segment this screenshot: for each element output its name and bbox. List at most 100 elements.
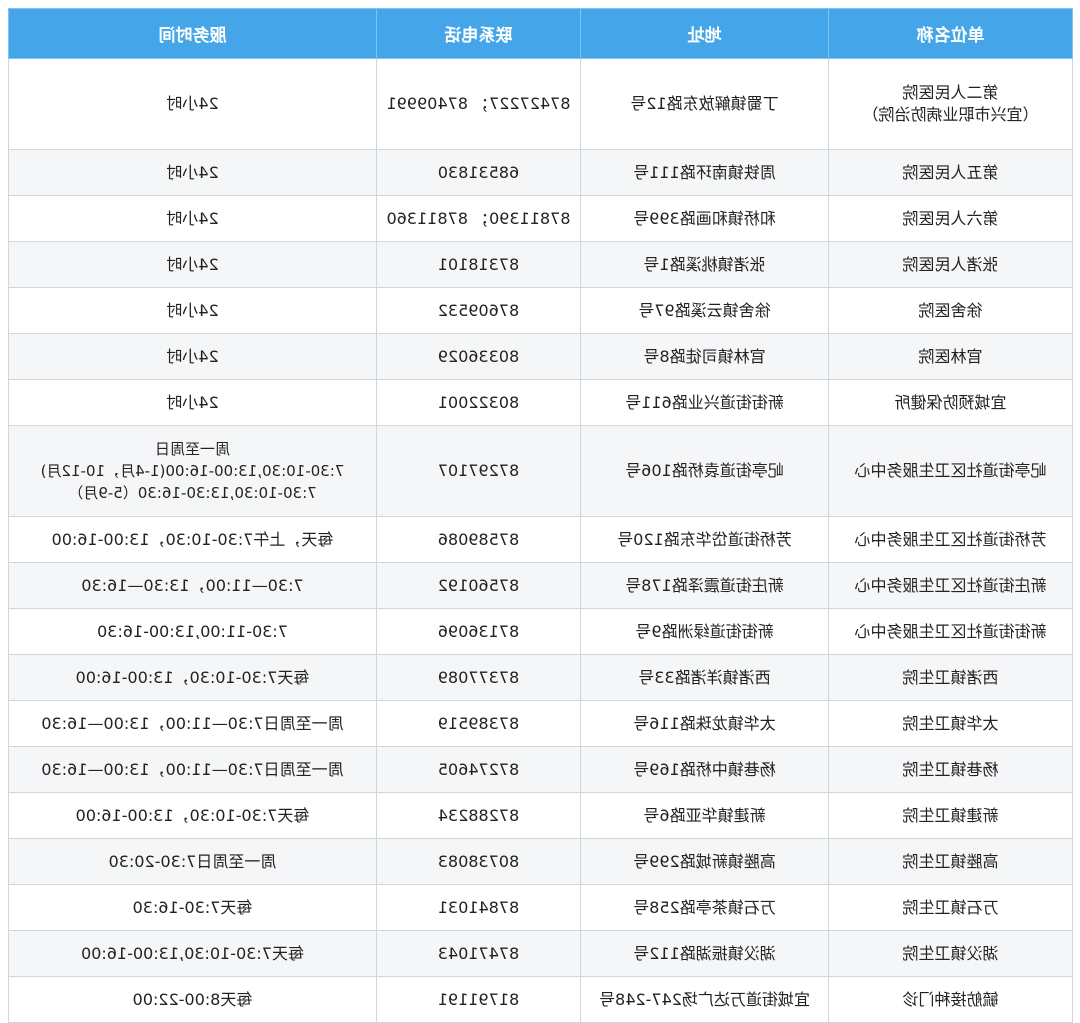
cell-address: 屺亭街道袁桥路106号 <box>580 425 829 517</box>
cell-address: 新建镇华亚路6号 <box>580 792 829 839</box>
table-row: 24小时 80336029 官林镇司徒路8号 官林医院 <box>8 333 1073 380</box>
cell-address: 西渚镇洋渚路33号 <box>580 654 829 701</box>
cell-name: 新庄街道社区卫生服务中心 <box>828 562 1073 609</box>
cell-phone: 87471043 <box>376 930 581 977</box>
vaccination-service-table: 服务时间 联系电话 地址 单位名称 24小时 87427227； 8740999… <box>8 8 1073 1023</box>
cell-hours: 24小时 <box>8 195 377 242</box>
cell-hours: 周一至周日 7:30-10:30,13:00-16:00(1-4月，10-12月… <box>8 425 377 517</box>
table-header-row: 服务时间 联系电话 地址 单位名称 <box>8 8 1073 59</box>
cell-name: 高塍镇卫生院 <box>828 838 1073 885</box>
cell-name: 新建镇卫生院 <box>828 792 1073 839</box>
cell-name: 官林医院 <box>828 333 1073 380</box>
table-row: 每天7:30-10:30，13:00-16:00 87288234 新建镇华亚路… <box>8 792 1073 839</box>
cell-address: 万石镇茶亭路258号 <box>580 884 829 931</box>
table-row: 周一至周日 7:30-10:30,13:00-16:00(1-4月，10-12月… <box>8 425 1073 517</box>
cell-address: 新街街道兴业路611号 <box>580 379 829 426</box>
cell-phone: 87288234 <box>376 792 581 839</box>
cell-name: 第六人民医院 <box>828 195 1073 242</box>
cell-phone: 80738083 <box>376 838 581 885</box>
cell-hours: 每天7:30-10:30，13:00-16:00 <box>8 654 377 701</box>
cell-phone: 87297107 <box>376 425 581 517</box>
cell-name: 毓舫接种门诊 <box>828 976 1073 1023</box>
cell-address: 新街街道绿洲路9号 <box>580 608 829 655</box>
cell-name: 张渚人民医院 <box>828 241 1073 288</box>
cell-hours: 每天，上午7:30-10:30，13:00-16:00 <box>8 516 377 563</box>
table-row: 每天7:30-10:30,13:00-16:00 87471043 湖㳇镇振湖路… <box>8 930 1073 977</box>
cell-hours: 24小时 <box>8 333 377 380</box>
cell-phone: 87560192 <box>376 562 581 609</box>
cell-name: 万石镇卫生院 <box>828 884 1073 931</box>
cell-address: 张渚镇桃溪路1号 <box>580 241 829 288</box>
cell-phone: 80336029 <box>376 333 581 380</box>
table-row: 24小时 68531830 周铁镇南环路111号 第五人民医院 <box>8 149 1073 196</box>
header-address: 地址 <box>580 8 829 59</box>
table-row: 24小时 80322001 新街街道兴业路611号 宜城预防保健所 <box>8 379 1073 426</box>
cell-name: 杨巷镇卫生院 <box>828 746 1073 793</box>
cell-hours: 周一至周日7:30—11:00，13:00—16:30 <box>8 746 377 793</box>
table-row: 周一至周日7:30-20:30 80738083 高塍镇新城路299号 高塍镇卫… <box>8 838 1073 885</box>
table-row: 24小时 87609532 徐舍镇云溪路97号 徐舍医院 <box>8 287 1073 334</box>
cell-hours: 7:30-11:00,13:00-16:30 <box>8 608 377 655</box>
table-row: 每天7:30-10:30，13:00-16:00 87377089 西渚镇洋渚路… <box>8 654 1073 701</box>
cell-hours: 24小时 <box>8 149 377 196</box>
cell-name: 徐舍医院 <box>828 287 1073 334</box>
cell-address: 官林镇司徒路8号 <box>580 333 829 380</box>
table-row: 每天，上午7:30-10:30，13:00-16:00 87589086 芳桥街… <box>8 516 1073 563</box>
cell-address: 高塍镇新城路299号 <box>580 838 829 885</box>
table-row: 每天7:30-16:30 87841031 万石镇茶亭路258号 万石镇卫生院 <box>8 884 1073 931</box>
cell-name: 第五人民医院 <box>828 149 1073 196</box>
cell-address: 丁蜀镇解放东路12号 <box>580 58 829 150</box>
cell-hours: 周一至周日7:30-20:30 <box>8 838 377 885</box>
cell-hours: 每天7:30-16:30 <box>8 884 377 931</box>
cell-hours: 每天8:00-22:00 <box>8 976 377 1023</box>
cell-name: 芳桥街道社区卫生服务中心 <box>828 516 1073 563</box>
cell-address: 杨巷镇中桥路169号 <box>580 746 829 793</box>
table-row: 7:30—11:00，13:30—16:30 87560192 新庄街道震泽路1… <box>8 562 1073 609</box>
cell-name: 太华镇卫生院 <box>828 700 1073 747</box>
cell-hours: 周一至周日7:30—11:00，13:00—16:30 <box>8 700 377 747</box>
cell-address: 太华镇龙珠路116号 <box>580 700 829 747</box>
cell-phone: 87811390； 87811360 <box>376 195 581 242</box>
cell-hours: 24小时 <box>8 58 377 150</box>
cell-hours: 24小时 <box>8 241 377 288</box>
table-row: 每天8:00-22:00 81791191 宜城街道万达广场247-248号 毓… <box>8 976 1073 1023</box>
cell-phone: 87318101 <box>376 241 581 288</box>
cell-name: 新街街道社区卫生服务中心 <box>828 608 1073 655</box>
table-row: 7:30-11:00,13:00-16:30 87136096 新街街道绿洲路9… <box>8 608 1073 655</box>
cell-address: 新庄街道震泽路178号 <box>580 562 829 609</box>
table-row: 24小时 87811390； 87811360 和桥镇和画路399号 第六人民医… <box>8 195 1073 242</box>
cell-phone: 87377089 <box>376 654 581 701</box>
table-row: 24小时 87318101 张渚镇桃溪路1号 张渚人民医院 <box>8 241 1073 288</box>
cell-name: 西渚镇卫生院 <box>828 654 1073 701</box>
header-phone: 联系电话 <box>376 8 581 59</box>
cell-hours: 每天7:30-10:30,13:00-16:00 <box>8 930 377 977</box>
cell-address: 湖㳇镇振湖路112号 <box>580 930 829 977</box>
cell-address: 徐舍镇云溪路97号 <box>580 287 829 334</box>
cell-phone: 68531830 <box>376 149 581 196</box>
cell-name: 屺亭街道社区卫生服务中心 <box>828 425 1073 517</box>
cell-phone: 87136096 <box>376 608 581 655</box>
cell-hours: 24小时 <box>8 287 377 334</box>
cell-address: 和桥镇和画路399号 <box>580 195 829 242</box>
cell-address: 芳桥街道岱华东路120号 <box>580 516 829 563</box>
table-row: 周一至周日7:30—11:00，13:00—16:30 87274605 杨巷镇… <box>8 746 1073 793</box>
cell-name: 宜城预防保健所 <box>828 379 1073 426</box>
table-row: 24小时 87427227； 87409991 丁蜀镇解放东路12号 第二人民医… <box>8 58 1073 150</box>
cell-address: 宜城街道万达广场247-248号 <box>580 976 829 1023</box>
cell-phone: 87389519 <box>376 700 581 747</box>
cell-name: 湖㳇镇卫生院 <box>828 930 1073 977</box>
cell-phone: 87427227； 87409991 <box>376 58 581 150</box>
cell-phone: 87609532 <box>376 287 581 334</box>
header-name: 单位名称 <box>828 8 1073 59</box>
cell-name: 第二人民医院 （宜兴市职业病防治院） <box>828 58 1073 150</box>
cell-phone: 87841031 <box>376 884 581 931</box>
cell-hours: 7:30—11:00，13:30—16:30 <box>8 562 377 609</box>
cell-hours: 每天7:30-10:30，13:00-16:00 <box>8 792 377 839</box>
cell-address: 周铁镇南环路111号 <box>580 149 829 196</box>
table-row: 周一至周日7:30—11:00，13:00—16:30 87389519 太华镇… <box>8 700 1073 747</box>
cell-phone: 87589086 <box>376 516 581 563</box>
cell-hours: 24小时 <box>8 379 377 426</box>
cell-phone: 80322001 <box>376 379 581 426</box>
cell-phone: 87274605 <box>376 746 581 793</box>
cell-phone: 81791191 <box>376 976 581 1023</box>
